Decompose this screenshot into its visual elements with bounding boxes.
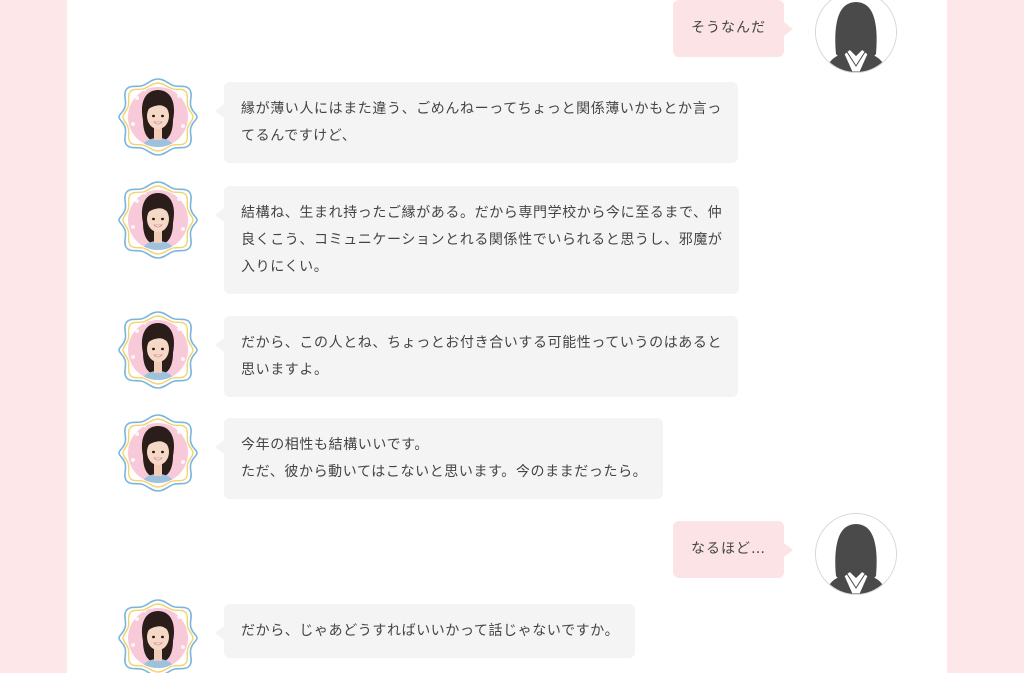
reader-message-bubble: 縁が薄い人にはまた違う、ごめんねーってちょっと関係薄いかもとか言っ てるんですけ… xyxy=(215,82,738,163)
user-avatar xyxy=(815,513,897,595)
message-text: なるほど… xyxy=(691,541,766,557)
message-text: だから、じゃあどうすればいいかって話じゃないですか。 xyxy=(241,623,620,639)
reader-avatar xyxy=(117,179,199,261)
reader-message-bubble: だから、この人とね、ちょっとお付き合いする可能性っていうのはあると 思いますよ。 xyxy=(214,316,739,397)
reader-portrait-icon xyxy=(117,309,199,391)
message-text: 思いますよ。 xyxy=(241,362,329,378)
message-text: てるんですけど、 xyxy=(241,128,357,144)
message-text: ただ、彼から動いてはこないと思います。今のままだったら。 xyxy=(241,464,648,480)
reader-portrait-icon xyxy=(117,597,199,673)
message-text: 入りにくい。 xyxy=(241,259,329,275)
user-message-bubble: なるほど… xyxy=(673,521,793,578)
reader-portrait-icon xyxy=(117,179,199,261)
user-silhouette-icon xyxy=(816,514,896,594)
message-text: そうなんだ xyxy=(691,20,766,36)
page: そうなんだ 縁が薄い人にはまた違う、ごめんねーってちょっと関係薄いかもとか言っ … xyxy=(0,0,1024,673)
reader-portrait-icon xyxy=(117,76,199,158)
message-text: 結構ね、生まれ持ったご縁がある。だから専門学校から今に至るまで、仲 xyxy=(241,205,723,221)
reader-portrait-icon xyxy=(117,412,199,494)
user-message-bubble: そうなんだ xyxy=(673,0,793,57)
reader-message-bubble: だから、じゃあどうすればいいかって話じゃないですか。 xyxy=(214,604,636,658)
user-silhouette-icon xyxy=(816,0,896,72)
message-text: 良くこう、コミュニケーションとれる関係性でいられると思うし、邪魔が xyxy=(241,232,723,248)
reader-message-bubble: 結構ね、生まれ持ったご縁がある。だから専門学校から今に至るまで、仲 良くこう、コ… xyxy=(215,186,739,294)
reader-avatar xyxy=(117,597,199,673)
user-avatar xyxy=(815,0,897,73)
message-text: 縁が薄い人にはまた違う、ごめんねーってちょっと関係薄いかもとか言っ xyxy=(241,101,722,117)
reader-message-bubble: 今年の相性も結構いいです。 ただ、彼から動いてはこないと思います。今のままだった… xyxy=(214,418,664,499)
reader-avatar xyxy=(117,412,199,494)
message-text: 今年の相性も結構いいです。 xyxy=(241,437,429,453)
reader-avatar xyxy=(117,309,199,391)
reader-avatar xyxy=(117,76,199,158)
chat-panel[interactable]: そうなんだ 縁が薄い人にはまた違う、ごめんねーってちょっと関係薄いかもとか言っ … xyxy=(67,0,947,673)
message-text: だから、この人とね、ちょっとお付き合いする可能性っていうのはあると xyxy=(241,335,723,351)
